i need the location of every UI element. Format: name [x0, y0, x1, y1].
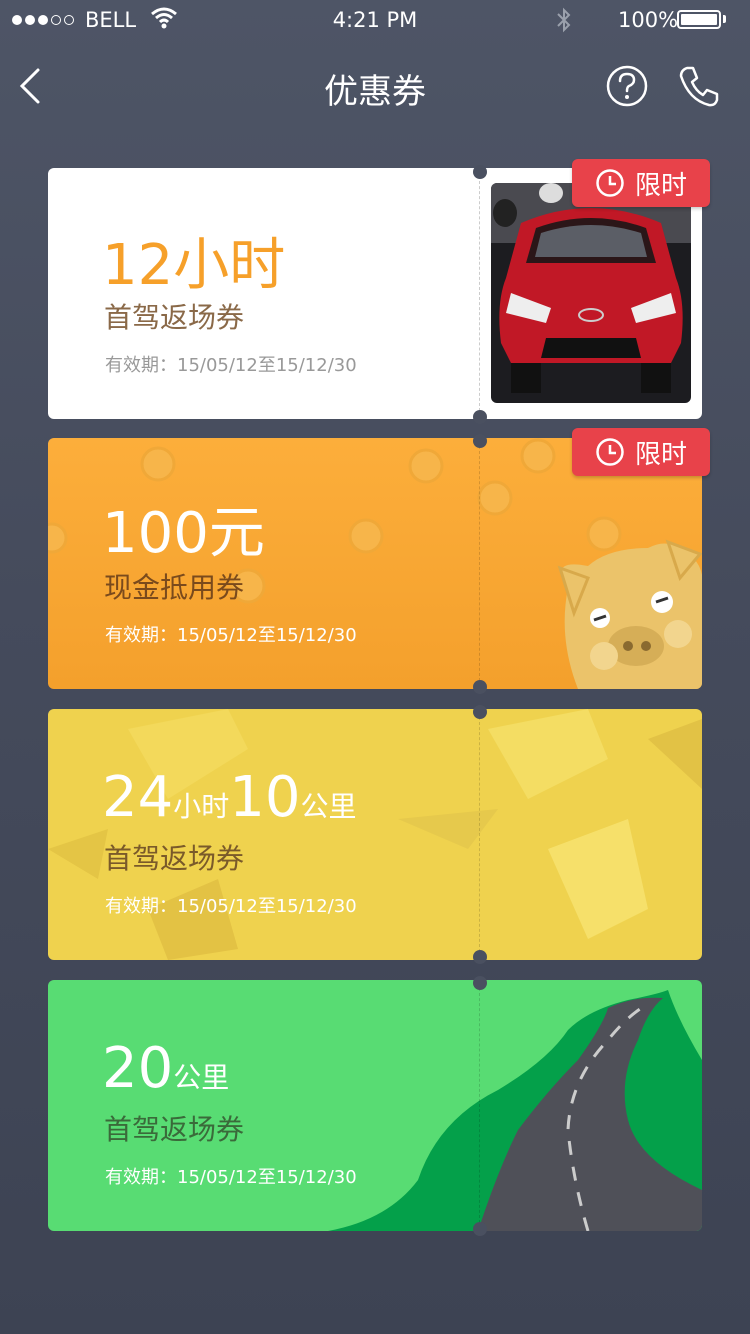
coupon-value-km: 20: [102, 1036, 174, 1101]
polygon-background-pattern: [48, 709, 702, 960]
coupon-value: 24小时10公里: [102, 765, 357, 830]
help-icon[interactable]: [605, 64, 649, 108]
clock-icon: [596, 438, 624, 466]
coupon-value: 100元: [102, 501, 265, 566]
perforation-dot: [473, 950, 487, 964]
coupon-validity: 有效期：15/05/12至15/12/30: [105, 896, 357, 917]
road-illustration: [328, 990, 702, 1231]
coupon-card-24h-10km[interactable]: 24小时10公里 首驾返场券 有效期：15/05/12至15/12/30: [48, 709, 702, 960]
perforation-dot: [473, 1222, 487, 1236]
coupon-validity: 有效期：15/05/12至15/12/30: [105, 355, 357, 376]
badge-label: 限时: [634, 439, 687, 470]
coupon-value: 20公里: [102, 1036, 229, 1101]
battery-icon: [677, 10, 721, 29]
phone-icon[interactable]: [675, 62, 723, 110]
limited-time-badge: 限时: [572, 159, 710, 207]
coupon-unit-hours: 小时: [173, 790, 230, 823]
coupon-type: 首驾返场券: [104, 842, 245, 875]
clock-icon: [596, 169, 624, 197]
pig-illustration: [557, 539, 702, 689]
dashed-separator: [479, 446, 480, 681]
battery-tip: [723, 15, 726, 23]
limited-time-badge: 限时: [572, 428, 710, 476]
perforation-dot: [473, 976, 487, 990]
dashed-separator: [479, 988, 480, 1223]
red-car-image: [491, 183, 691, 403]
dashed-separator: [479, 717, 480, 952]
coupon-card-20km[interactable]: 20公里 首驾返场券 有效期：15/05/12至15/12/30: [48, 980, 702, 1231]
coupon-type: 首驾返场券: [104, 1113, 245, 1146]
battery-percent: 100%: [618, 8, 679, 32]
coupon-unit-km: 公里: [300, 790, 357, 823]
coupon-validity: 有效期：15/05/12至15/12/30: [105, 1167, 357, 1188]
perforation-dot: [473, 680, 487, 694]
badge-label: 限时: [634, 170, 687, 201]
perforation-dot: [473, 165, 487, 179]
coupon-type: 现金抵用券: [104, 571, 245, 604]
coupon-value: 12小时: [102, 233, 286, 298]
bluetooth-icon: [557, 7, 571, 33]
status-bar: BELL 4:21 PM 100%: [0, 0, 750, 40]
coupon-validity: 有效期：15/05/12至15/12/30: [105, 625, 357, 646]
coupon-value-hours: 24: [102, 765, 174, 830]
coupon-unit-km: 公里: [173, 1061, 230, 1094]
perforation-dot: [473, 705, 487, 719]
nav-bar: 优惠券: [0, 50, 750, 122]
coupon-type: 首驾返场券: [104, 301, 245, 334]
perforation-dot: [473, 434, 487, 448]
coupon-value-km: 10: [229, 765, 301, 830]
perforation-dot: [473, 410, 487, 424]
dashed-separator: [479, 176, 480, 411]
